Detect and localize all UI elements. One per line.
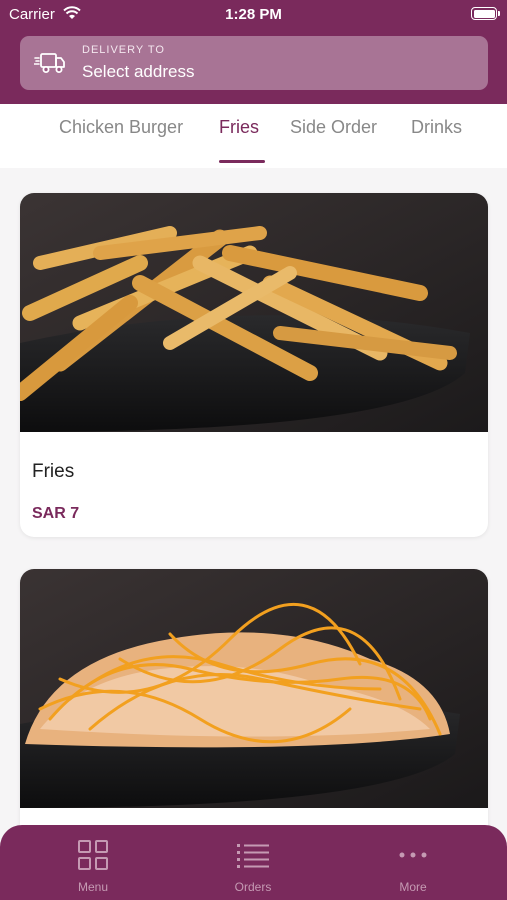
product-card[interactable] bbox=[20, 569, 488, 869]
product-image-fries bbox=[20, 193, 488, 432]
product-image-cheese-fries bbox=[20, 569, 488, 808]
delivery-truck-icon bbox=[34, 53, 65, 73]
tabbar-orders-label: Orders bbox=[234, 880, 272, 894]
battery-icon bbox=[471, 7, 497, 20]
tabbar-more[interactable]: More bbox=[353, 825, 473, 900]
tab-chicken-burger[interactable]: Chicken Burger bbox=[59, 117, 183, 138]
battery-tip bbox=[498, 11, 500, 16]
active-tab-indicator bbox=[219, 160, 265, 163]
bottom-tab-bar: Menu Orders More bbox=[0, 825, 507, 900]
product-price: SAR 7 bbox=[32, 505, 80, 522]
product-card[interactable]: Fries SAR 7 bbox=[20, 193, 488, 537]
app-header: Carrier 1:28 PM DELIVERY TO Select addre… bbox=[0, 0, 507, 104]
delivery-to-label: DELIVERY TO bbox=[82, 44, 165, 56]
tabbar-orders[interactable]: Orders bbox=[193, 825, 313, 900]
tabbar-more-label: More bbox=[399, 880, 427, 894]
status-bar: Carrier 1:28 PM bbox=[0, 0, 507, 30]
tabbar-menu-label: Menu bbox=[77, 880, 109, 894]
delivery-address-value[interactable]: Select address bbox=[82, 62, 194, 82]
menu-grid-icon bbox=[78, 840, 108, 870]
product-name: Fries bbox=[32, 461, 75, 482]
tab-side-order[interactable]: Side Order bbox=[290, 117, 377, 138]
more-dots-icon bbox=[399, 852, 427, 858]
tab-drinks[interactable]: Drinks bbox=[411, 117, 462, 138]
tab-fries[interactable]: Fries bbox=[219, 117, 259, 138]
orders-list-icon bbox=[237, 844, 269, 868]
status-time: 1:28 PM bbox=[225, 6, 282, 23]
tabbar-menu[interactable]: Menu bbox=[33, 825, 153, 900]
delivery-address-selector[interactable]: DELIVERY TO Select address bbox=[20, 36, 488, 90]
category-tabs: ger Chicken Burger Fries Side Order Drin… bbox=[0, 104, 507, 168]
